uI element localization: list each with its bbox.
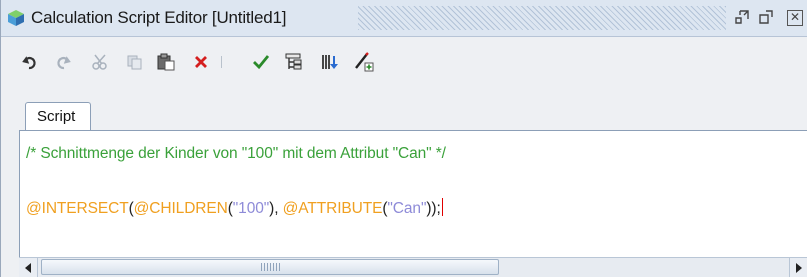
calc-script-editor-window: Calculation Script Editor [Untitled1] ✕ <box>0 0 807 277</box>
title-grip[interactable] <box>358 6 726 30</box>
script-comment-line: /* Schnittmenge der Kinder von "100" mit… <box>26 145 446 162</box>
undo-icon[interactable] <box>19 51 41 73</box>
scroll-right-arrow-icon[interactable] <box>789 258 807 277</box>
code-token: @INTERSECT <box>26 200 129 217</box>
redo-icon[interactable] <box>52 51 74 73</box>
text-caret <box>441 198 443 216</box>
tab-strip: Script <box>1 96 807 130</box>
toolbar <box>1 37 807 89</box>
delete-icon[interactable] <box>190 51 212 73</box>
scrollbar-thumb[interactable] <box>41 259 499 275</box>
scrollbar-grip <box>261 263 281 271</box>
maximize-icon[interactable] <box>757 9 775 27</box>
checkmark-icon[interactable] <box>250 51 272 73</box>
copy-icon[interactable] <box>124 51 146 73</box>
code-token: )); <box>426 200 441 217</box>
restore-icon[interactable] <box>733 9 751 27</box>
tree-icon[interactable] <box>283 51 305 73</box>
code-token: ), <box>269 200 283 217</box>
title-bar[interactable]: Calculation Script Editor [Untitled1] ✕ <box>1 0 807 37</box>
pen-insert-icon[interactable] <box>353 51 375 73</box>
window-title: Calculation Script Editor [Untitled1] <box>31 8 287 27</box>
horizontal-scrollbar[interactable] <box>19 257 807 277</box>
functions-icon[interactable] <box>319 51 341 73</box>
cube-icon <box>7 9 25 27</box>
close-icon[interactable]: ✕ <box>787 10 803 26</box>
code-token: @CHILDREN <box>133 200 228 217</box>
toolbar-separator <box>217 51 227 73</box>
tab-script[interactable]: Script <box>25 102 91 130</box>
code-token: "100" <box>232 200 270 217</box>
cut-icon[interactable] <box>89 51 111 73</box>
paste-icon[interactable] <box>155 51 177 73</box>
script-editor[interactable]: /* Schnittmenge der Kinder von "100" mit… <box>19 130 807 257</box>
script-code-line: @INTERSECT(@CHILDREN("100"), @ATTRIBUTE(… <box>26 198 443 218</box>
code-token: @ATTRIBUTE <box>282 200 383 217</box>
scroll-left-arrow-icon[interactable] <box>19 258 38 277</box>
code-token: "Can" <box>387 200 427 217</box>
tab-script-label: Script <box>37 108 76 125</box>
